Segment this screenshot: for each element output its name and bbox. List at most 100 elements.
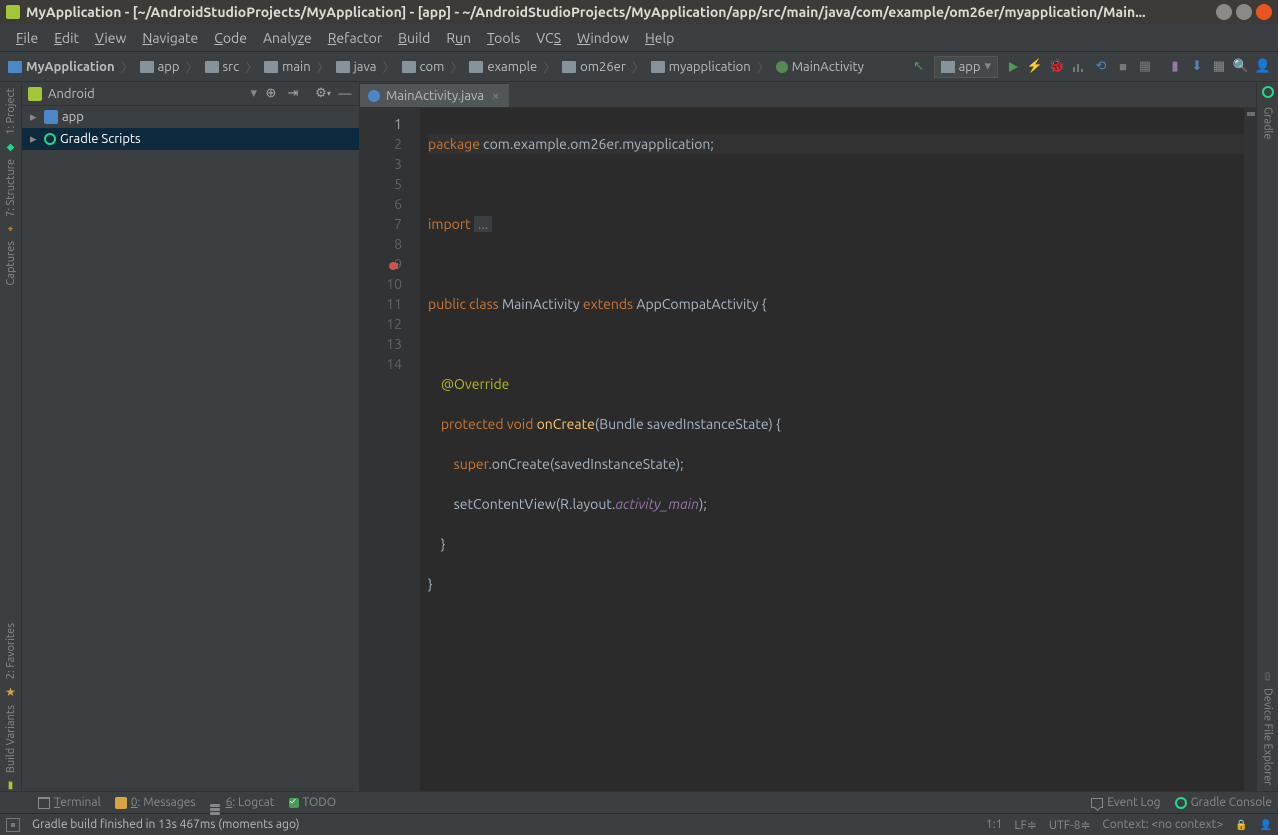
sync-gradle-button[interactable]: ▦: [1134, 56, 1156, 78]
search-everywhere-button[interactable]: 🔍: [1230, 56, 1252, 78]
inspection-profile[interactable]: [1260, 818, 1272, 831]
code-area[interactable]: package com.example.om26er.myapplication…: [420, 108, 1244, 791]
status-message: Gradle build finished in 13s 467ms (mome…: [32, 818, 974, 831]
tool-window-quick-access-button[interactable]: [6, 818, 20, 832]
menu-run[interactable]: Run: [438, 30, 479, 46]
stop-button[interactable]: ■: [1112, 56, 1134, 78]
folder-icon: [402, 61, 416, 73]
project-view-selector[interactable]: Android: [48, 87, 244, 101]
project-structure-button[interactable]: ▦: [1208, 56, 1230, 78]
make-project-button[interactable]: ↖: [908, 56, 930, 78]
file-encoding[interactable]: UTF-8≑: [1049, 818, 1091, 832]
context-selector[interactable]: Context: <no context>: [1102, 818, 1223, 831]
settings-button[interactable]: ⚙▾: [315, 86, 331, 102]
marker-icon: [1247, 112, 1255, 116]
window-maximize-button[interactable]: [1236, 4, 1252, 20]
menu-window[interactable]: Window: [569, 30, 637, 46]
fold-region[interactable]: ...: [474, 216, 492, 232]
tree-item-app[interactable]: ▸ app: [22, 106, 359, 128]
tool-gradle[interactable]: Gradle: [1262, 101, 1274, 146]
status-bar: Gradle build finished in 13s 467ms (mome…: [0, 813, 1278, 835]
tool-device-file-explorer[interactable]: Device File Explorer: [1262, 682, 1274, 791]
expand-arrow-icon[interactable]: ▸: [30, 110, 40, 125]
breadcrumb-item[interactable]: example: [465, 60, 541, 74]
project-view-header: Android ▾ ⊕ ⇥ ⚙▾ —: [22, 82, 359, 106]
logcat-icon: [210, 797, 222, 809]
left-tool-rail: 1: Project ◆ 7: Structure ⌖ Captures 2: …: [0, 82, 22, 791]
folder-icon: [562, 61, 576, 73]
breadcrumb-item[interactable]: src: [201, 60, 244, 74]
breadcrumb-item[interactable]: java: [332, 60, 381, 74]
project-tool-window: Android ▾ ⊕ ⇥ ⚙▾ — ▸ app ▸ Gradle Script…: [22, 82, 360, 791]
avd-manager-button[interactable]: ▮: [1164, 56, 1186, 78]
menu-edit[interactable]: Edit: [46, 30, 87, 46]
menu-code[interactable]: Code: [206, 30, 255, 46]
breadcrumb-item[interactable]: om26er: [558, 60, 630, 74]
menu-help[interactable]: Help: [637, 30, 682, 46]
menu-file[interactable]: File: [8, 30, 46, 46]
breadcrumb-item[interactable]: myapplication: [647, 60, 755, 74]
module-icon: [941, 61, 955, 73]
tool-terminal[interactable]: Terminal: [38, 796, 101, 809]
tree-item-gradle-scripts[interactable]: ▸ Gradle Scripts: [22, 128, 359, 150]
module-icon: [44, 110, 58, 124]
tool-captures[interactable]: Captures: [5, 235, 17, 291]
breadcrumb-item[interactable]: MyApplication: [4, 60, 119, 74]
sdk-manager-button[interactable]: ⬇: [1186, 56, 1208, 78]
gradle-console-icon: [1175, 797, 1187, 809]
collapse-all-button[interactable]: ⇥: [285, 86, 301, 102]
tool-todo[interactable]: TODO: [289, 796, 337, 809]
structure-rail-icon: ⌖: [8, 223, 14, 235]
chevron-down-icon[interactable]: ▾: [250, 86, 257, 101]
attach-debugger-button[interactable]: ⟲: [1090, 56, 1112, 78]
menu-refactor[interactable]: Refactor: [320, 30, 390, 46]
line-separator[interactable]: LF≑: [1014, 818, 1036, 832]
tool-messages[interactable]: 0: Messages: [115, 796, 196, 809]
gutter[interactable]: 1 2 3 5 6 7 8 9 10 11 12 13 14: [360, 108, 420, 791]
breadcrumb-item[interactable]: main: [260, 60, 314, 74]
menu-navigate[interactable]: Navigate: [134, 30, 206, 46]
menu-tools[interactable]: Tools: [479, 30, 528, 46]
tab-label: MainActivity.java: [386, 89, 484, 103]
user-icon[interactable]: 👤: [1252, 56, 1274, 78]
menu-view[interactable]: View: [87, 30, 134, 46]
apply-changes-button[interactable]: ⚡: [1024, 56, 1046, 78]
tree-label: Gradle Scripts: [60, 132, 141, 146]
scroll-from-source-button[interactable]: ⊕: [263, 86, 279, 102]
editor-body[interactable]: 1 2 3 5 6 7 8 9 10 11 12 13 14 package c…: [360, 108, 1256, 791]
navigation-bar: MyApplication〉 app〉 src〉 main〉 java〉 com…: [0, 52, 1278, 82]
debug-button[interactable]: 🐞: [1046, 56, 1068, 78]
expand-arrow-icon[interactable]: ▸: [30, 132, 40, 147]
hide-button[interactable]: —: [337, 86, 353, 102]
window-close-button[interactable]: [1256, 4, 1272, 20]
override-gutter-icon[interactable]: [388, 257, 400, 269]
breadcrumb-item[interactable]: com: [398, 60, 449, 74]
profile-button[interactable]: [1068, 56, 1090, 78]
window-minimize-button[interactable]: [1216, 4, 1232, 20]
run-config-combo[interactable]: app ▾: [934, 56, 998, 78]
class-icon: [368, 90, 380, 102]
tool-favorites[interactable]: 2: Favorites: [5, 617, 17, 685]
breadcrumb-item[interactable]: MainActivity: [772, 60, 868, 74]
menu-vcs[interactable]: VCS: [528, 30, 569, 46]
tool-logcat[interactable]: 6: Logcat: [210, 796, 275, 809]
tool-project[interactable]: 1: Project: [5, 82, 17, 141]
tool-structure[interactable]: 7: Structure: [5, 153, 17, 223]
messages-icon: [115, 797, 127, 809]
menu-analyze[interactable]: Analyze: [255, 30, 320, 46]
run-button[interactable]: [1002, 56, 1024, 78]
tool-event-log[interactable]: Event Log: [1091, 796, 1160, 809]
tool-build-variants[interactable]: Build Variants: [5, 699, 17, 779]
breadcrumb-item[interactable]: app: [136, 60, 184, 74]
caret-position[interactable]: 1:1: [986, 818, 1003, 831]
editor-tab[interactable]: MainActivity.java ×: [360, 83, 509, 107]
menu-build[interactable]: Build: [390, 30, 438, 46]
error-stripe[interactable]: [1244, 108, 1256, 791]
tool-gradle-console[interactable]: Gradle Console: [1175, 796, 1272, 809]
project-rail-icon: ◆: [7, 141, 15, 153]
close-tab-button[interactable]: ×: [490, 89, 501, 103]
bottom-tool-bar: Terminal 0: Messages 6: Logcat TODO Even…: [0, 791, 1278, 813]
project-tree[interactable]: ▸ app ▸ Gradle Scripts: [22, 106, 359, 791]
read-only-toggle[interactable]: [1235, 818, 1247, 831]
tree-label: app: [62, 110, 84, 124]
